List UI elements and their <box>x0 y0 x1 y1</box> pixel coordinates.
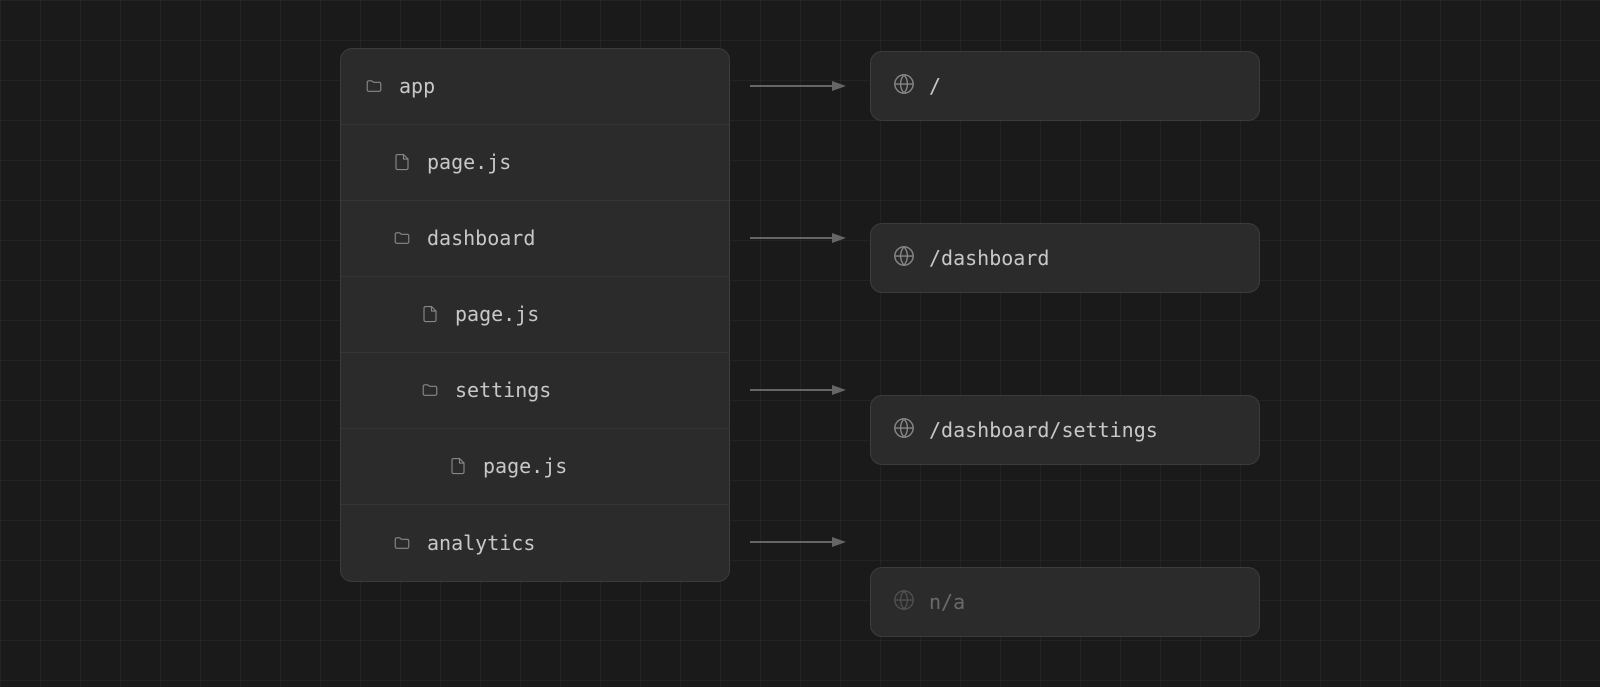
tree-item-settings: settings <box>341 353 729 429</box>
tree-label-page3: page.js <box>483 454 567 478</box>
route-label-dashboard: /dashboard <box>929 246 1049 270</box>
arrow-line-analytics <box>750 534 850 550</box>
routes-column: / /dashboard <box>870 48 1260 640</box>
route-card-settings: /dashboard/settings <box>870 395 1260 465</box>
arrow-line-dashboard <box>750 230 850 246</box>
tree-item-page1: page.js <box>341 125 729 201</box>
tree-label-analytics: analytics <box>427 531 535 555</box>
route-card-dashboard: /dashboard <box>870 223 1260 293</box>
arrow-none-page3 <box>730 428 870 504</box>
route-spacer-root: / <box>870 48 1260 124</box>
tree-label-dashboard: dashboard <box>427 226 535 250</box>
folder-icon-dashboard <box>391 227 413 249</box>
folder-icon-app <box>363 75 385 97</box>
globe-icon-analytics <box>893 589 915 615</box>
arrow-app <box>730 48 870 124</box>
tree-item-page2: page.js <box>341 277 729 353</box>
route-spacer-dashboard: /dashboard <box>870 220 1260 296</box>
arrow-settings <box>730 352 870 428</box>
file-icon-page1 <box>391 151 413 173</box>
arrow-line-app <box>750 78 850 94</box>
route-spacer-blank1 <box>870 134 1260 210</box>
route-label-settings: /dashboard/settings <box>929 418 1158 442</box>
route-spacer-analytics: n/a <box>870 564 1260 640</box>
globe-icon-root <box>893 73 915 99</box>
tree-label-page2: page.js <box>455 302 539 326</box>
file-tree-panel: app page.js dashboard page.js <box>340 48 730 582</box>
route-card-analytics: n/a <box>870 567 1260 637</box>
arrow-none-page2 <box>730 276 870 352</box>
file-icon-page3 <box>447 455 469 477</box>
arrows-column <box>730 48 870 580</box>
arrow-line-settings <box>750 382 850 398</box>
tree-item-analytics: analytics <box>341 505 729 581</box>
folder-icon-settings <box>419 379 441 401</box>
route-label-analytics: n/a <box>929 590 965 614</box>
route-label-root: / <box>929 74 941 98</box>
diagram: app page.js dashboard page.js <box>340 48 1260 640</box>
tree-label-app: app <box>399 74 435 98</box>
tree-item-app: app <box>341 49 729 125</box>
tree-label-settings: settings <box>455 378 551 402</box>
route-spacer-settings: /dashboard/settings <box>870 392 1260 468</box>
tree-item-page3: page.js <box>341 429 729 505</box>
route-spacer-blank2 <box>870 306 1260 382</box>
folder-icon-analytics <box>391 532 413 554</box>
route-spacer-blank3 <box>870 478 1260 554</box>
arrow-none-page1 <box>730 124 870 200</box>
tree-label-page1: page.js <box>427 150 511 174</box>
route-card-root: / <box>870 51 1260 121</box>
tree-item-dashboard: dashboard <box>341 201 729 277</box>
globe-icon-settings <box>893 417 915 443</box>
file-icon-page2 <box>419 303 441 325</box>
arrow-dashboard <box>730 200 870 276</box>
arrow-analytics <box>730 504 870 580</box>
globe-icon-dashboard <box>893 245 915 271</box>
